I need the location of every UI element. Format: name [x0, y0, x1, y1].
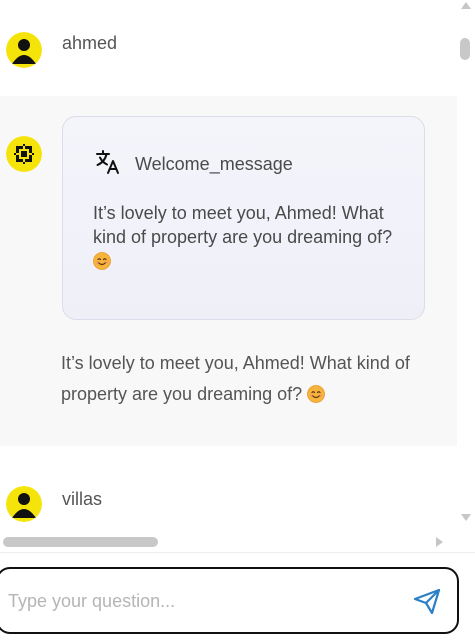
bot-message-text-block: It’s lovely to meet you, Ahmed! What kin… [61, 348, 431, 410]
horizontal-scrollbar[interactable] [0, 533, 457, 551]
question-input[interactable] [8, 582, 398, 620]
send-icon [413, 588, 441, 615]
translation-card-body: It’s lovely to meet you, Ahmed! What kin… [93, 201, 403, 273]
send-button[interactable] [412, 587, 442, 615]
scroll-up-arrow-icon[interactable] [461, 2, 471, 9]
translation-card-title: Welcome_message [135, 154, 293, 174]
translation-card: Welcome_message It’s lovely to meet you,… [62, 116, 425, 320]
user-avatar-icon [6, 486, 42, 522]
scroll-down-arrow-icon[interactable] [461, 514, 471, 521]
translate-icon [95, 149, 121, 180]
bot-avatar-icon [6, 136, 42, 172]
translation-card-text: It’s lovely to meet you, Ahmed! What kin… [93, 203, 393, 247]
bot-message-text: It’s lovely to meet you, Ahmed! What kin… [61, 353, 410, 404]
smiling-face-icon [93, 252, 111, 270]
user-message-text: ahmed [62, 33, 118, 53]
message-composer [0, 567, 459, 634]
translation-card-header: Welcome_message [95, 149, 293, 180]
smiling-face-icon [307, 382, 326, 403]
vertical-scrollbar[interactable] [457, 0, 475, 552]
scroll-right-arrow-icon[interactable] [436, 537, 443, 547]
chat-transcript: ahmed Welcome_message It’s lovely to mee… [0, 0, 457, 552]
user-message: villas [0, 486, 457, 526]
vertical-scrollbar-thumb[interactable] [460, 38, 470, 60]
user-message: ahmed [0, 30, 457, 70]
bot-message: Welcome_message It’s lovely to meet you,… [0, 96, 457, 446]
divider [0, 552, 475, 553]
user-avatar-icon [6, 32, 42, 68]
horizontal-scrollbar-thumb[interactable] [3, 537, 158, 547]
user-message-text: villas [62, 489, 103, 509]
